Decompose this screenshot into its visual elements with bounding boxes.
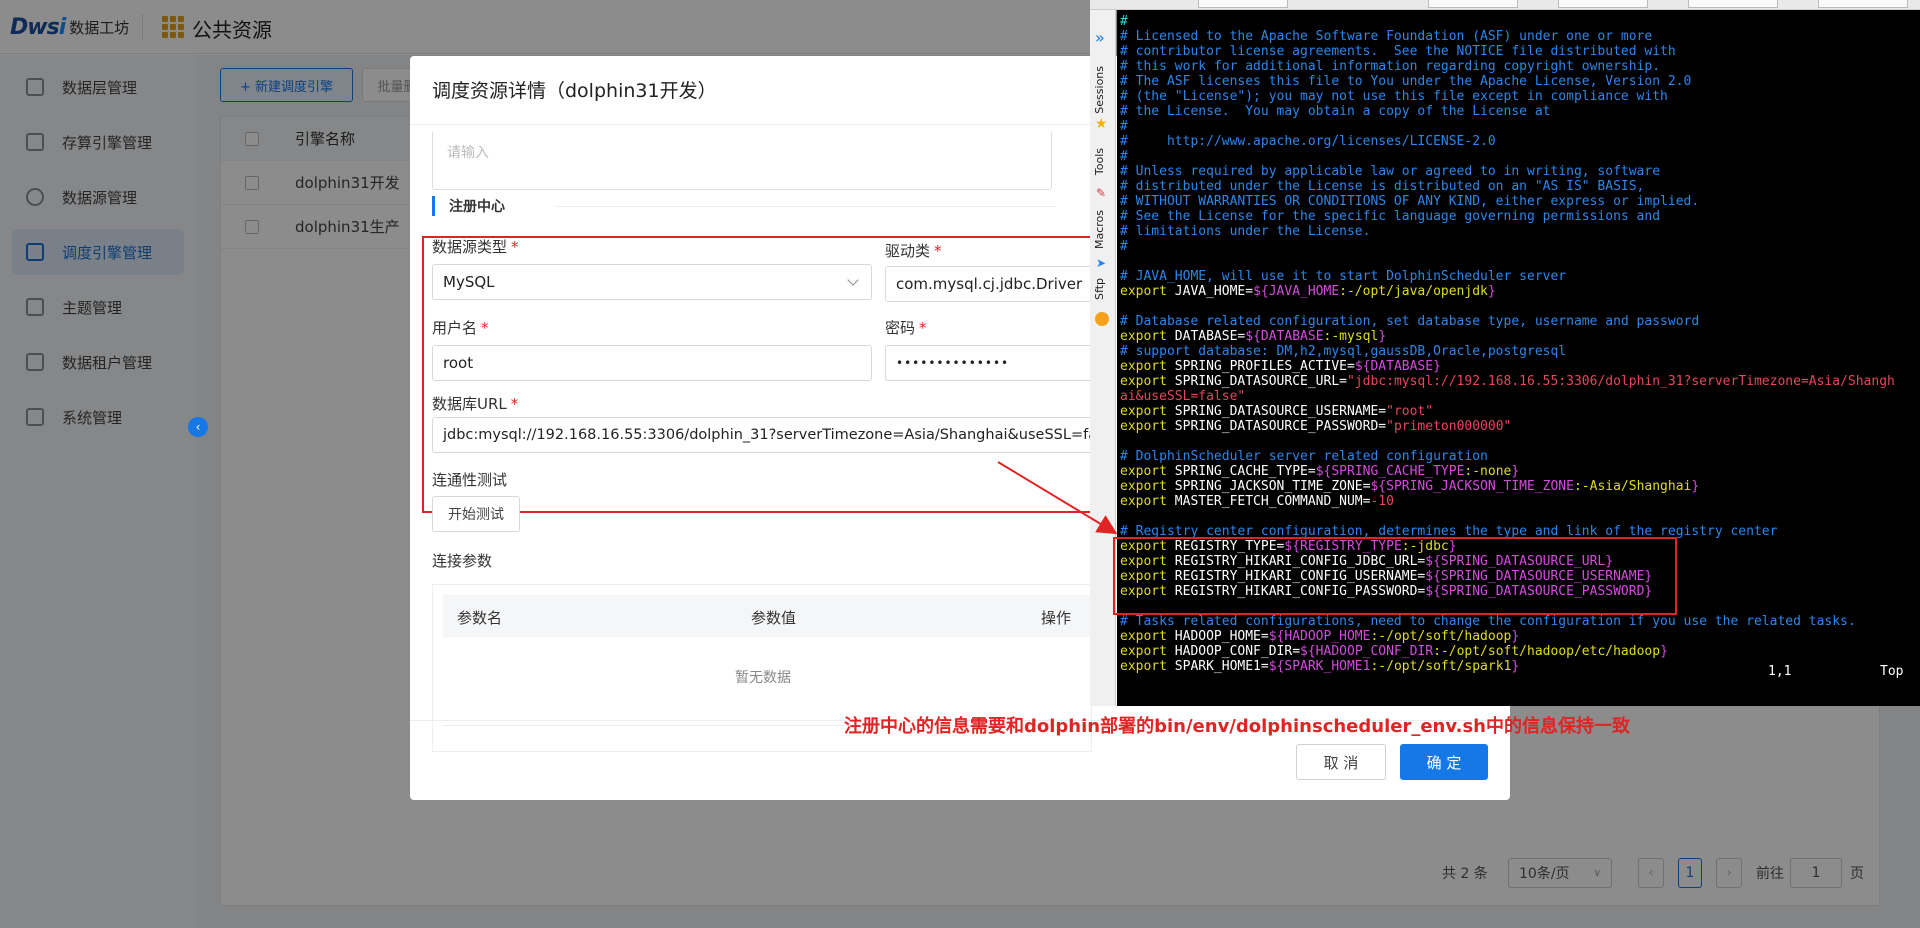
annotation-text: 注册中心的信息需要和dolphin部署的bin/env/dolphinsched… xyxy=(844,716,1630,737)
sidebar-collapse-icon[interactable]: ‹ xyxy=(188,417,208,437)
annotation-arrow xyxy=(997,461,1118,535)
